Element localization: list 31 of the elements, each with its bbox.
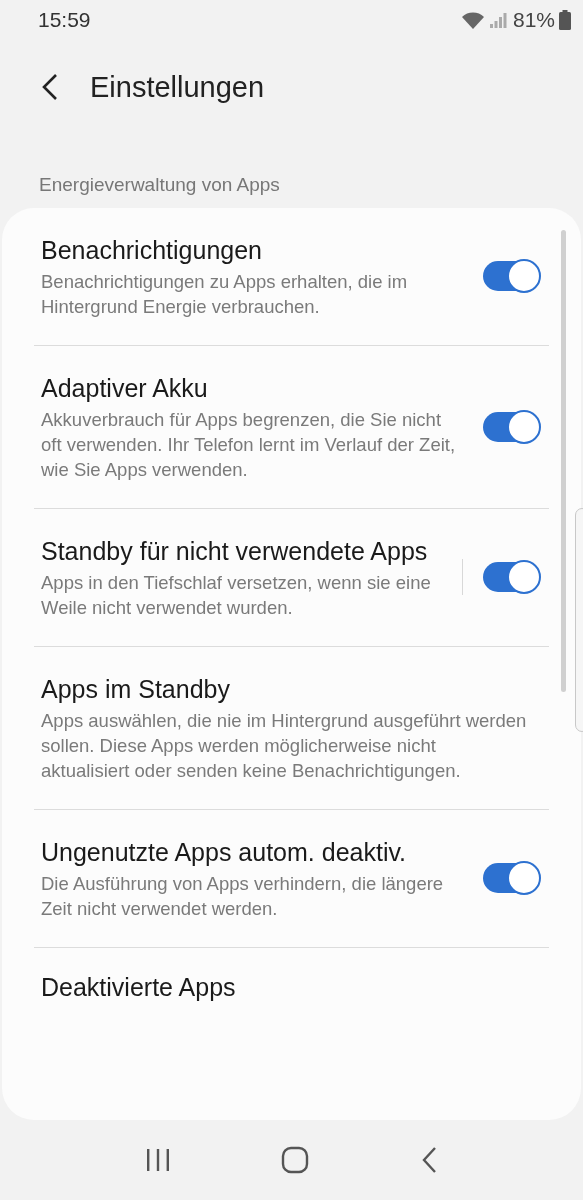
toggle-switch[interactable] xyxy=(483,411,539,442)
home-button[interactable] xyxy=(281,1146,310,1174)
recent-apps-button[interactable] xyxy=(145,1148,172,1172)
item-title: Apps im Standby xyxy=(41,674,231,705)
item-description: Die Ausführung von Apps verhindern, die längere Zeit nicht verwendet werden. xyxy=(41,872,445,921)
page-title: Einstellungen xyxy=(90,70,265,104)
item-title: Adaptiver Akku xyxy=(41,373,209,404)
settings-item[interactable]: Adaptiver Akku Akkuverbrauch für Apps begrenzen, die Sie nicht oft verwenden. Ihr Telefon lernt im Verlauf der Zeit, wie Sie Apps verwenden. xyxy=(34,346,549,509)
toggle-switch[interactable] xyxy=(483,863,539,893)
back-button[interactable] xyxy=(40,73,60,101)
item-title: Standby für nicht verwendete Apps xyxy=(41,536,429,567)
item-title: Ungenutzte Apps autom. deaktiv. xyxy=(41,837,408,868)
status-time: 15:59 xyxy=(38,8,91,32)
toggle-switch[interactable] xyxy=(483,261,539,291)
item-title: Benachrichtigungen xyxy=(41,235,263,266)
item-description: Benachrichtigungen zu Apps erhalten, die im Hintergrund Energie verbrauchen. xyxy=(41,270,409,319)
section-title: Energieverwaltung von Apps xyxy=(38,173,281,197)
item-description: Akkuverbrauch für Apps begrenzen, die Sie nicht oft verwenden. Ihr Telefon lernt im Verlauf der Zeit, wie Sie Apps verwenden. xyxy=(41,408,457,482)
item-description: Apps auswählen, die nie im Hintergrund ausgeführt werden sollen. Diese Apps werden möglicherweise nicht aktualisiert oder senden keine Benachrichtigungen. xyxy=(41,709,528,783)
battery-icon xyxy=(559,10,571,30)
settings-item[interactable]: Standby für nicht verwendete Apps Apps in den Tiefschlaf versetzen, wenn sie eine Weile nicht verwendet wurden. xyxy=(34,509,549,647)
settings-item[interactable]: Benachrichtigungen Benachrichtigungen zu Apps erhalten, die im Hintergrund Energie verbrauchen. xyxy=(34,208,549,346)
settings-item[interactable]: Deaktivierte Apps xyxy=(34,948,549,1031)
signal-icon xyxy=(488,11,507,29)
settings-item[interactable]: Ungenutzte Apps autom. deaktiv. Die Ausführung von Apps verhindern, die längere Zeit nicht verwendet werden. xyxy=(34,810,549,948)
item-title: Deaktivierte Apps xyxy=(41,972,237,1003)
battery-percent: 81% xyxy=(512,8,555,32)
item-description: Apps in den Tiefschlaf versetzen, wenn sie eine Weile nicht verwendet wurden. xyxy=(41,571,432,620)
wifi-icon xyxy=(460,11,485,29)
settings-item[interactable]: Apps im Standby Apps auswählen, die nie im Hintergrund ausgeführt werden sollen. Diese Apps werden möglicherweise nicht aktualisiert oder senden keine Benachrichtigungen. xyxy=(34,647,549,810)
toggle-switch[interactable] xyxy=(483,562,539,592)
